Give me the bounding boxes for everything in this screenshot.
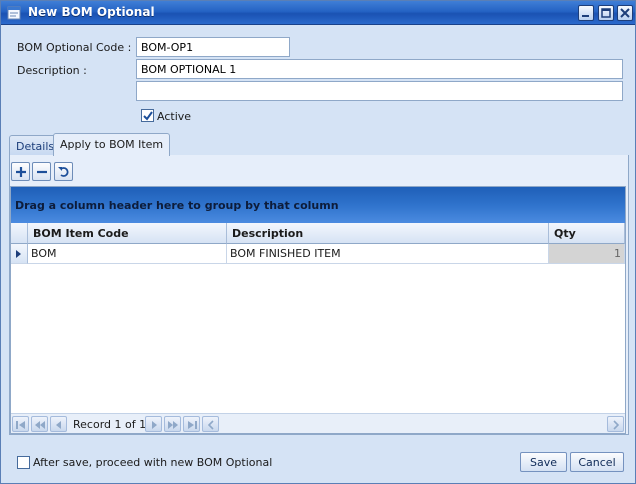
record-navigator: Record 1 of 1 (11, 413, 625, 433)
bom-optional-window: New BOM Optional BOM Optional Code : Des… (0, 0, 636, 484)
group-by-panel[interactable]: Drag a column header here to group by th… (11, 187, 625, 223)
window-title: New BOM Optional (28, 5, 155, 19)
column-header-description[interactable]: Description (227, 223, 549, 244)
cell-qty[interactable]: 1 (549, 244, 625, 264)
tab-apply-to-bom-item[interactable]: Apply to BOM Item (53, 133, 171, 156)
close-icon (620, 8, 630, 18)
maximize-button[interactable] (598, 5, 614, 21)
code-input[interactable] (136, 37, 290, 57)
record-count-text: Record 1 of 1 (73, 418, 147, 431)
first-icon (16, 421, 25, 429)
row-indicator[interactable] (11, 244, 28, 264)
close-button[interactable] (617, 5, 633, 21)
chevron-left-icon (207, 420, 214, 430)
description2-input[interactable] (136, 81, 623, 101)
current-row-arrow-icon (16, 250, 21, 258)
row-indicator-header (11, 223, 28, 244)
next-record-button[interactable] (145, 416, 162, 432)
prev-page-icon (35, 421, 45, 429)
active-label: Active (157, 110, 192, 123)
proceed-label: After save, proceed with new BOM Optiona… (33, 456, 273, 469)
cell-description[interactable]: BOM FINISHED ITEM (227, 244, 549, 264)
minus-icon (37, 170, 47, 174)
description-input[interactable] (136, 59, 623, 79)
tab-details-label: Details (16, 140, 55, 153)
first-record-button[interactable] (12, 416, 29, 432)
cell-bom-item-code[interactable]: BOM (28, 244, 227, 264)
chevron-right-icon (613, 420, 620, 430)
prev-page-button[interactable] (31, 416, 48, 432)
remove-row-button[interactable] (32, 162, 51, 181)
add-row-button[interactable] (11, 162, 30, 181)
scroll-right-button[interactable] (607, 416, 624, 432)
checkmark-icon (143, 111, 153, 121)
scroll-left-button[interactable] (202, 416, 219, 432)
last-icon (188, 421, 197, 429)
prev-icon (56, 421, 61, 429)
title-bar[interactable]: New BOM Optional (1, 1, 635, 25)
save-button[interactable]: Save (520, 452, 567, 472)
description-label: Description : (17, 64, 87, 77)
last-record-button[interactable] (183, 416, 200, 432)
next-icon (152, 421, 157, 429)
undo-icon (58, 167, 69, 177)
next-page-button[interactable] (164, 416, 181, 432)
proceed-checkbox[interactable] (17, 456, 30, 469)
minimize-icon (582, 15, 589, 17)
active-checkbox[interactable] (141, 109, 154, 122)
tab-apply-label: Apply to BOM Item (60, 138, 164, 151)
maximize-icon (601, 8, 611, 18)
code-label: BOM Optional Code : (17, 41, 132, 54)
prev-record-button[interactable] (50, 416, 67, 432)
form-icon (7, 6, 21, 20)
next-page-icon (168, 421, 178, 429)
minimize-button[interactable] (578, 5, 594, 21)
undo-button[interactable] (54, 162, 73, 181)
plus-icon (16, 167, 26, 177)
column-header-bom-item-code[interactable]: BOM Item Code (28, 223, 227, 244)
column-header-qty[interactable]: Qty (549, 223, 625, 244)
cancel-button[interactable]: Cancel (570, 452, 624, 472)
bom-item-grid[interactable]: Drag a column header here to group by th… (10, 186, 626, 434)
